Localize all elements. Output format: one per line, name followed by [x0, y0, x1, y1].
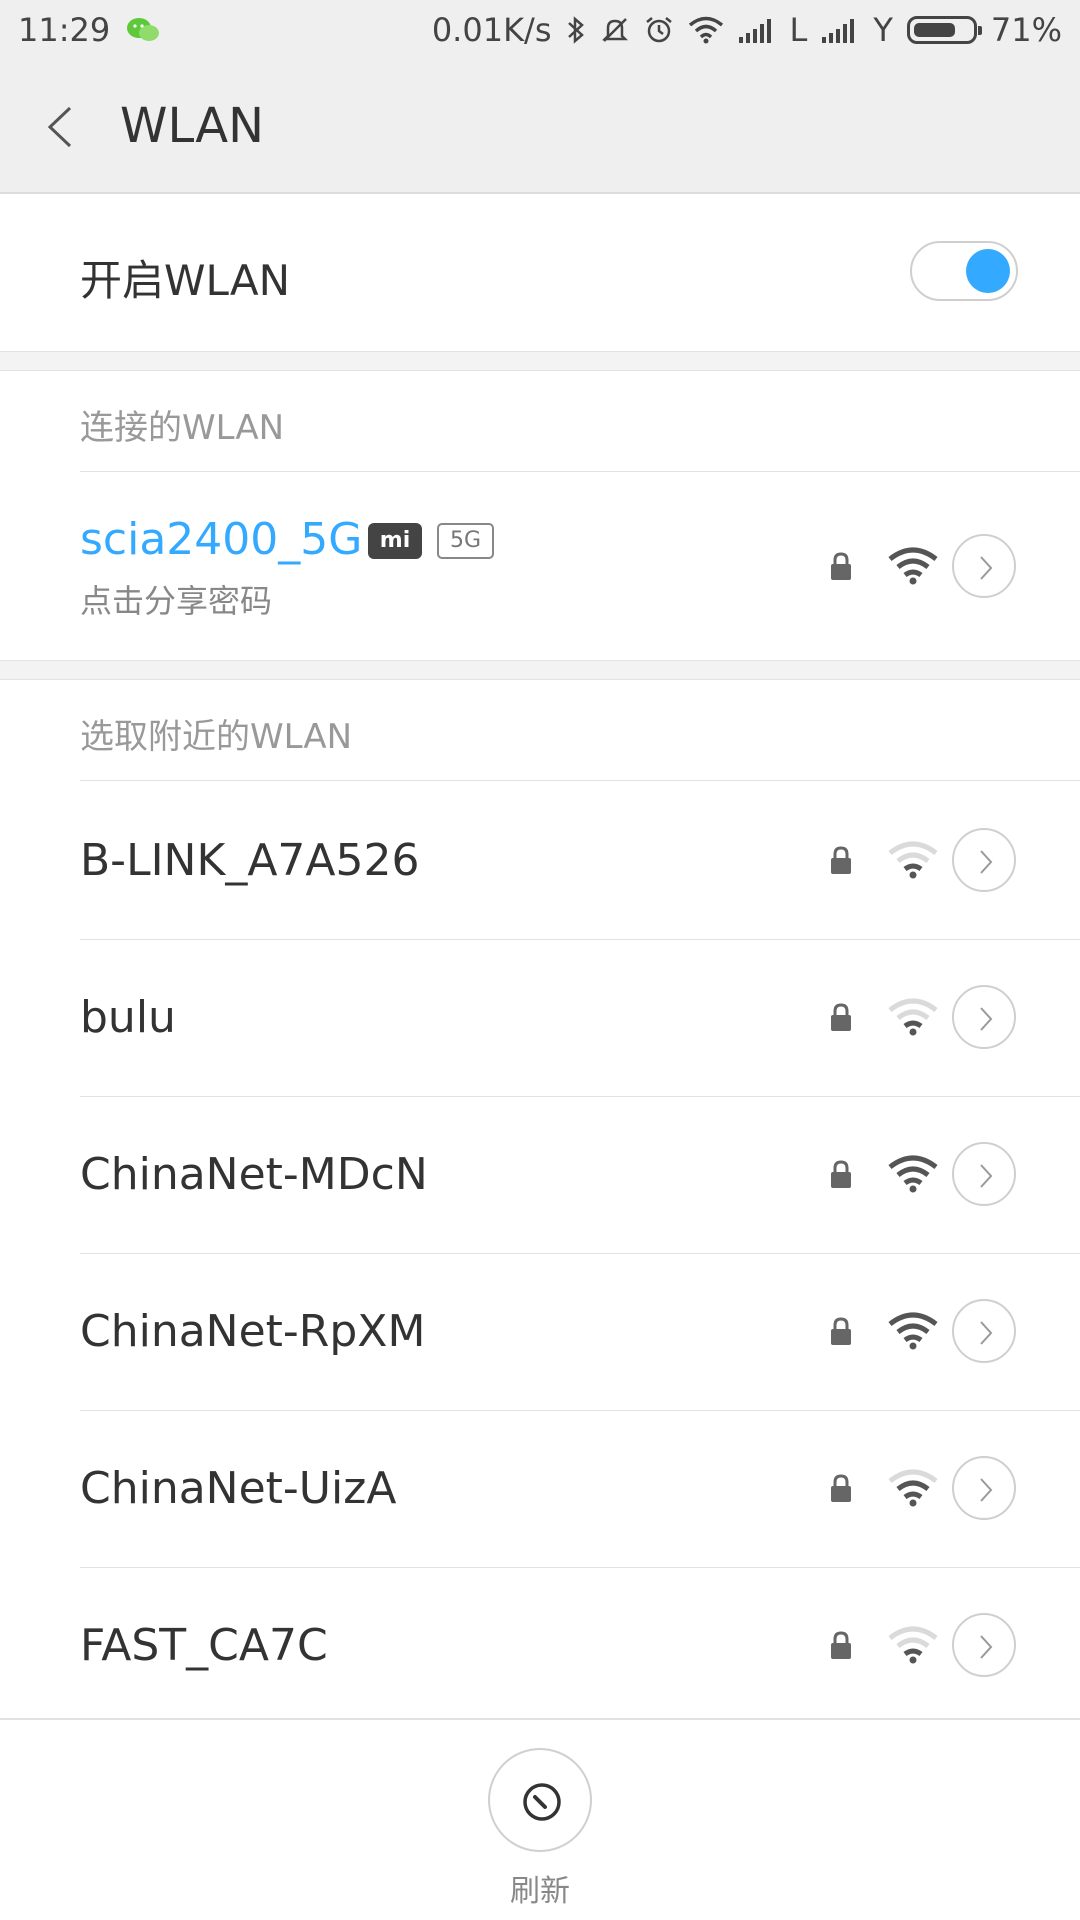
wechat-icon [126, 16, 160, 44]
lock-icon [829, 1316, 853, 1346]
network-name: ChinaNet-RpXM [80, 1306, 426, 1357]
network-detail-button[interactable] [952, 534, 1016, 598]
signal-sim2-icon [821, 17, 859, 43]
wifi-signal-icon [887, 840, 939, 880]
section-gap [0, 351, 1080, 371]
battery-percent: 71% [990, 11, 1062, 49]
nearby-section-title: 选取附近的WLAN [80, 717, 353, 757]
share-password-hint: 点击分享密码 [80, 582, 273, 620]
wifi-signal-icon [887, 1311, 939, 1351]
signal-sim1-icon [738, 17, 776, 43]
connected-section-title: 连接的WLAN [80, 408, 285, 448]
network-name: B-LINK_A7A526 [80, 835, 420, 886]
lock-icon [829, 1159, 853, 1189]
refresh-button[interactable] [488, 1748, 592, 1852]
network-detail-button[interactable] [952, 1142, 1016, 1206]
connected-network-row[interactable]: scia2400_5G mi 5G 点击分享密码 [0, 472, 1080, 660]
mute-icon [600, 15, 630, 45]
wifi-status-icon [688, 16, 724, 44]
bottom-bar: 刷新 [0, 1718, 1080, 1920]
network-name: bulu [80, 992, 176, 1043]
lock-icon [829, 1630, 853, 1660]
refresh-label: 刷新 [510, 1874, 570, 1909]
network-name: FAST_CA7C [80, 1620, 328, 1671]
wifi-signal-icon [887, 1468, 939, 1508]
divider [80, 780, 1080, 781]
back-button[interactable] [40, 102, 80, 152]
network-name: ChinaNet-UizA [80, 1463, 397, 1514]
network-detail-button[interactable] [952, 1613, 1016, 1677]
battery-icon [906, 16, 982, 44]
network-detail-button[interactable] [952, 985, 1016, 1049]
wifi-signal-icon [887, 1154, 939, 1194]
lock-icon [829, 1473, 853, 1503]
network-detail-button[interactable] [952, 1299, 1016, 1363]
band-badge: 5G [437, 523, 494, 559]
sim1-label: L [789, 11, 808, 49]
status-time: 11:29 [18, 11, 111, 49]
network-detail-button[interactable] [952, 1456, 1016, 1520]
network-row[interactable]: ChinaNet-UizA [0, 1410, 1080, 1567]
network-row[interactable]: bulu [0, 939, 1080, 1096]
toggle-knob [966, 249, 1010, 293]
network-row[interactable]: B-LINK_A7A526 [0, 782, 1080, 939]
wifi-signal-icon [887, 546, 939, 586]
network-row[interactable]: FAST_CA7C [0, 1567, 1080, 1724]
section-gap [0, 660, 1080, 680]
page-title: WLAN [120, 98, 265, 154]
network-detail-button[interactable] [952, 828, 1016, 892]
lock-icon [829, 845, 853, 875]
wlan-toggle-switch[interactable] [910, 241, 1018, 301]
network-speed: 0.01K/s [431, 11, 552, 49]
bluetooth-icon [566, 15, 586, 45]
mi-badge: mi [368, 523, 422, 559]
wlan-toggle-label: 开启WLAN [80, 256, 291, 305]
alarm-icon [644, 15, 674, 45]
wifi-signal-icon [887, 997, 939, 1037]
network-row[interactable]: ChinaNet-RpXM [0, 1253, 1080, 1410]
lock-icon [829, 1002, 853, 1032]
connected-network-name: scia2400_5G [80, 514, 363, 565]
wlan-toggle-row[interactable]: 开启WLAN [0, 195, 1080, 351]
app-header: WLAN [0, 60, 1080, 194]
lock-icon [829, 551, 853, 581]
status-bar: 11:29 0.01K/s L Y 71% [0, 0, 1080, 60]
sim2-label: Y [873, 11, 893, 49]
network-name: ChinaNet-MDcN [80, 1149, 428, 1200]
wifi-signal-icon [887, 1625, 939, 1665]
network-row[interactable]: ChinaNet-MDcN [0, 1096, 1080, 1253]
